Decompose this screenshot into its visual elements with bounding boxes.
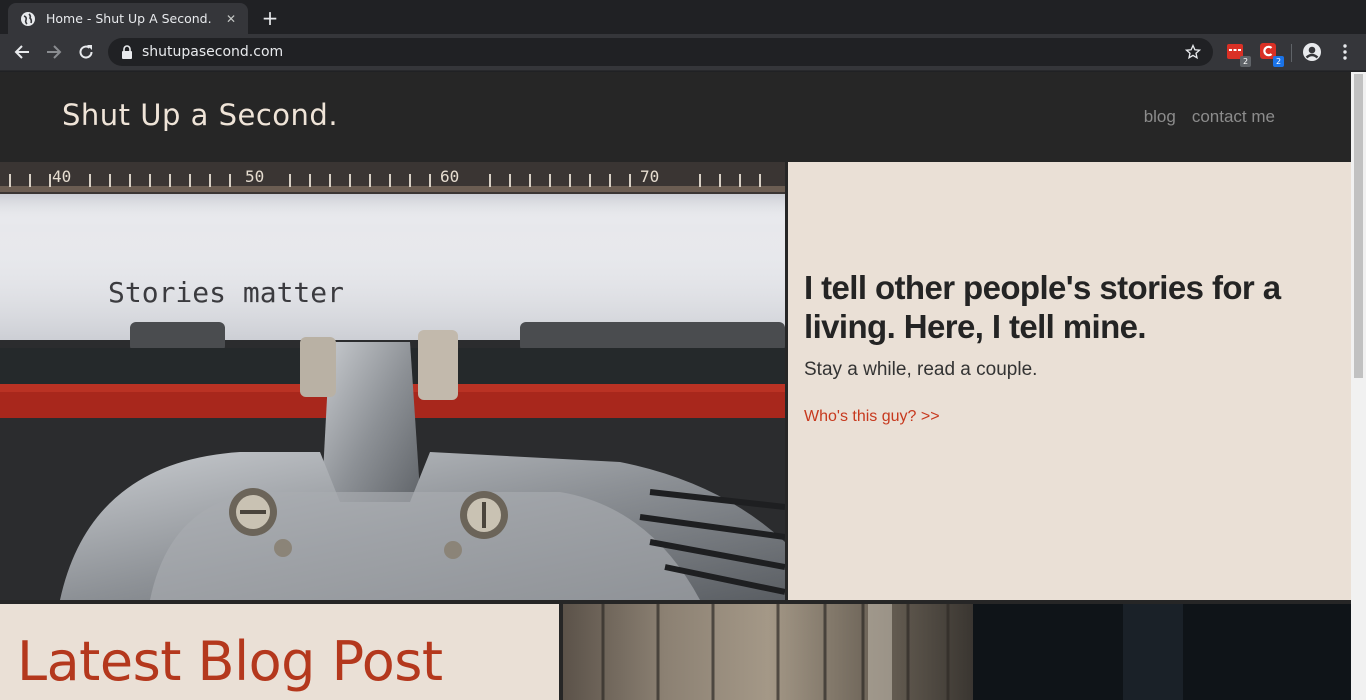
more-vertical-icon [1343, 44, 1347, 60]
account-circle-icon [1303, 43, 1321, 61]
site-header: Shut Up a Second. blog contact me [0, 72, 1351, 162]
page-viewport: Shut Up a Second. blog contact me 40 50 … [0, 72, 1351, 700]
reload-button[interactable] [73, 39, 99, 65]
profile-button[interactable] [1299, 39, 1325, 65]
svg-text:40: 40 [52, 167, 71, 186]
address-bar[interactable]: shutupasecond.com [108, 38, 1213, 66]
calendar-extension-icon[interactable]: 2 [1226, 42, 1251, 67]
blog-post-image[interactable] [563, 604, 1351, 700]
close-tab-icon[interactable]: ✕ [222, 10, 240, 28]
url-text: shutupasecond.com [142, 44, 284, 60]
tab-title: Home - Shut Up A Second. [46, 11, 212, 26]
typewriter-image: 40 50 60 70 Stories matter [0, 162, 785, 600]
about-link[interactable]: Who's this guy? >> [804, 408, 940, 426]
latest-section: Latest Blog Post [0, 604, 1351, 700]
svg-text:50: 50 [245, 167, 264, 186]
back-button[interactable] [9, 39, 35, 65]
scrollbar-thumb[interactable] [1354, 74, 1363, 378]
extension-badge: 2 [1273, 56, 1284, 67]
menu-button[interactable] [1332, 39, 1358, 65]
nav-contact-link[interactable]: contact me [1192, 107, 1275, 127]
site-nav: blog contact me [1144, 107, 1275, 127]
toolbar-separator [1291, 44, 1292, 62]
site-logo[interactable]: Shut Up a Second. [62, 98, 338, 132]
latest-panel: Latest Blog Post [0, 604, 559, 700]
arrow-right-icon [47, 45, 62, 59]
typed-text: Stories matter [108, 276, 344, 309]
hero-text-panel: I tell other people's stories for a livi… [788, 162, 1351, 600]
hero-heading: I tell other people's stories for a livi… [804, 269, 1281, 345]
extension-badge: 2 [1240, 56, 1251, 67]
browser-tab[interactable]: Home - Shut Up A Second. ✕ [8, 3, 248, 34]
c-extension-icon[interactable]: 2 [1259, 42, 1284, 67]
browser-toolbar: shutupasecond.com 2 2 [0, 34, 1366, 71]
svg-text:60: 60 [440, 167, 459, 186]
forward-button[interactable] [41, 39, 67, 65]
page-scrollbar[interactable] [1351, 72, 1366, 700]
new-tab-button[interactable]: + [258, 6, 282, 30]
bookmark-star-icon[interactable] [1183, 42, 1203, 62]
svg-text:70: 70 [640, 167, 659, 186]
globe-icon [20, 11, 36, 27]
reload-icon [79, 45, 93, 59]
hero-section: 40 50 60 70 Stories matter I tell other … [0, 162, 1351, 600]
tab-strip: Home - Shut Up A Second. ✕ + [0, 0, 1366, 34]
hero-subheading: Stay a while, read a couple. [804, 359, 1038, 380]
arrow-left-icon [14, 45, 29, 59]
latest-blog-post-title: Latest Blog Post [17, 630, 443, 693]
nav-blog-link[interactable]: blog [1144, 107, 1176, 127]
lock-icon[interactable] [120, 45, 134, 59]
